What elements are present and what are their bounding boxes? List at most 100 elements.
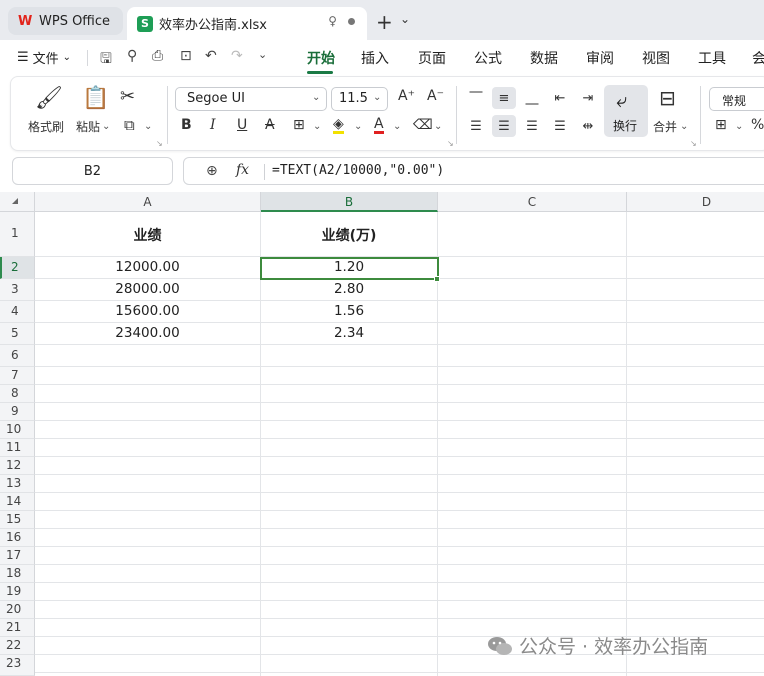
- strikethrough-icon[interactable]: A: [265, 117, 275, 133]
- merge-chevron-icon[interactable]: ⌄: [680, 121, 688, 132]
- row-header-4[interactable]: 4: [0, 301, 35, 323]
- alignment-expand-icon[interactable]: ↘: [690, 139, 697, 148]
- tab-list-chevron-icon[interactable]: ⌄: [400, 12, 410, 26]
- empty-cell[interactable]: [438, 345, 627, 367]
- tab-data[interactable]: 数据: [530, 48, 558, 68]
- font-expand-icon[interactable]: ↘: [447, 139, 454, 148]
- cell-a1[interactable]: 业绩: [35, 212, 261, 257]
- row-header-16[interactable]: 16: [0, 529, 35, 547]
- clear-format-chevron-icon[interactable]: ⌄: [434, 121, 442, 132]
- row-header-19[interactable]: 19: [0, 583, 35, 601]
- cell-b4[interactable]: 1.56: [261, 301, 438, 323]
- fill-color-chevron-icon[interactable]: ⌄: [354, 121, 362, 132]
- tab-home[interactable]: 开始: [307, 48, 335, 68]
- align-top-icon[interactable]: ⎺: [464, 87, 488, 109]
- tab-member[interactable]: 会: [752, 48, 764, 68]
- row-header-1[interactable]: 1: [0, 212, 35, 257]
- row-header-23[interactable]: 23: [0, 655, 35, 676]
- borders-icon[interactable]: ⊞: [293, 117, 305, 133]
- paste-button[interactable]: 粘贴: [76, 118, 100, 135]
- clear-format-icon[interactable]: ⌫: [413, 117, 433, 133]
- decrease-indent-icon[interactable]: ⇤: [548, 87, 572, 109]
- font-name-chevron-icon[interactable]: ⌄: [312, 92, 320, 103]
- cell-b1[interactable]: 业绩(万): [261, 212, 438, 257]
- percent-format-icon[interactable]: %: [751, 117, 764, 133]
- tab-review[interactable]: 审阅: [586, 48, 614, 68]
- name-box[interactable]: B2: [12, 157, 173, 185]
- font-name-select[interactable]: Segoe UI: [175, 87, 327, 111]
- align-right-icon[interactable]: ☰: [520, 115, 544, 137]
- distributed-icon[interactable]: ⇹: [576, 115, 600, 137]
- row-header-15[interactable]: 15: [0, 511, 35, 529]
- row-header-12[interactable]: 12: [0, 457, 35, 475]
- row-header-11[interactable]: 11: [0, 439, 35, 457]
- tab-page[interactable]: 页面: [418, 48, 446, 68]
- font-color-chevron-icon[interactable]: ⌄: [393, 121, 401, 132]
- formula-bar[interactable]: ⊕ fx =TEXT(A2/10000,"0.00"): [183, 157, 764, 185]
- row-header-9[interactable]: 9: [0, 403, 35, 421]
- cell-b3[interactable]: 2.80: [261, 279, 438, 301]
- currency-format-icon[interactable]: ⊞: [715, 117, 727, 133]
- cell-b5[interactable]: 2.34: [261, 323, 438, 345]
- empty-cell[interactable]: [261, 345, 438, 367]
- row-header-10[interactable]: 10: [0, 421, 35, 439]
- save-icon[interactable]: 🖫: [100, 48, 112, 72]
- print-preview-icon[interactable]: ⊡: [180, 48, 192, 64]
- pin-icon[interactable]: ♀: [328, 14, 337, 28]
- justify-icon[interactable]: ☰: [548, 115, 572, 137]
- font-color-icon[interactable]: A: [374, 117, 384, 134]
- row-header-14[interactable]: 14: [0, 493, 35, 511]
- copy-chevron-icon[interactable]: ⌄: [144, 121, 152, 132]
- align-bottom-icon[interactable]: ⎽: [520, 87, 544, 109]
- number-format-select[interactable]: 常规: [709, 87, 764, 111]
- merge-cells-button[interactable]: 合并: [653, 118, 677, 135]
- empty-cell[interactable]: [627, 345, 764, 367]
- cut-icon[interactable]: ✂: [120, 86, 135, 107]
- decrease-font-icon[interactable]: A⁻: [427, 88, 444, 104]
- borders-chevron-icon[interactable]: ⌄: [313, 121, 321, 132]
- zoom-icon[interactable]: ⊕: [206, 163, 218, 179]
- bold-icon[interactable]: B: [181, 117, 192, 133]
- formula-input[interactable]: =TEXT(A2/10000,"0.00"): [272, 163, 444, 178]
- cell-d3[interactable]: [627, 279, 764, 301]
- row-header-13[interactable]: 13: [0, 475, 35, 493]
- file-menu-button[interactable]: ☰ 文件 ⌄: [17, 48, 71, 67]
- increase-font-icon[interactable]: A⁺: [398, 88, 415, 104]
- cell-a3[interactable]: 28000.00: [35, 279, 261, 301]
- font-size-chevron-icon[interactable]: ⌄: [373, 92, 381, 103]
- column-header-b[interactable]: B: [261, 192, 438, 212]
- select-all-corner[interactable]: [0, 192, 35, 212]
- row-header-8[interactable]: 8: [0, 385, 35, 403]
- italic-icon[interactable]: I: [210, 117, 216, 133]
- cell-d2[interactable]: [627, 257, 764, 279]
- row-header-18[interactable]: 18: [0, 565, 35, 583]
- row-header-2[interactable]: 2: [0, 257, 35, 279]
- fill-handle[interactable]: [434, 276, 440, 282]
- clipboard-expand-icon[interactable]: ↘: [156, 139, 163, 148]
- empty-rows-area[interactable]: [35, 367, 764, 676]
- cell-c3[interactable]: [438, 279, 627, 301]
- undo-icon[interactable]: ↶: [205, 48, 217, 64]
- spreadsheet-grid[interactable]: A B C D 1 2 3 4 5 6 7 8 9 10 11 12 13 14…: [0, 192, 764, 676]
- print-icon[interactable]: ⎙: [152, 48, 163, 64]
- function-icon[interactable]: fx: [236, 162, 249, 178]
- align-center-icon[interactable]: ☰: [492, 115, 516, 137]
- row-header-20[interactable]: 20: [0, 601, 35, 619]
- tab-wps-office[interactable]: W WPS Office: [8, 7, 123, 35]
- align-left-icon[interactable]: ☰: [464, 115, 488, 137]
- row-header-21[interactable]: 21: [0, 619, 35, 637]
- underline-icon[interactable]: U: [237, 117, 247, 133]
- cell-c5[interactable]: [438, 323, 627, 345]
- paste-chevron-icon[interactable]: ⌄: [102, 121, 110, 132]
- cell-d4[interactable]: [627, 301, 764, 323]
- row-header-7[interactable]: 7: [0, 367, 35, 385]
- copy-icon[interactable]: ⧉: [124, 116, 135, 134]
- increase-indent-icon[interactable]: ⇥: [576, 87, 600, 109]
- empty-cell[interactable]: [35, 345, 261, 367]
- tab-tools[interactable]: 工具: [698, 48, 726, 68]
- fill-color-icon[interactable]: ◈: [333, 117, 344, 134]
- cell-a5[interactable]: 23400.00: [35, 323, 261, 345]
- cell-c2[interactable]: [438, 257, 627, 279]
- align-middle-icon[interactable]: ≡: [492, 87, 516, 109]
- redo-icon[interactable]: ↷: [231, 48, 243, 64]
